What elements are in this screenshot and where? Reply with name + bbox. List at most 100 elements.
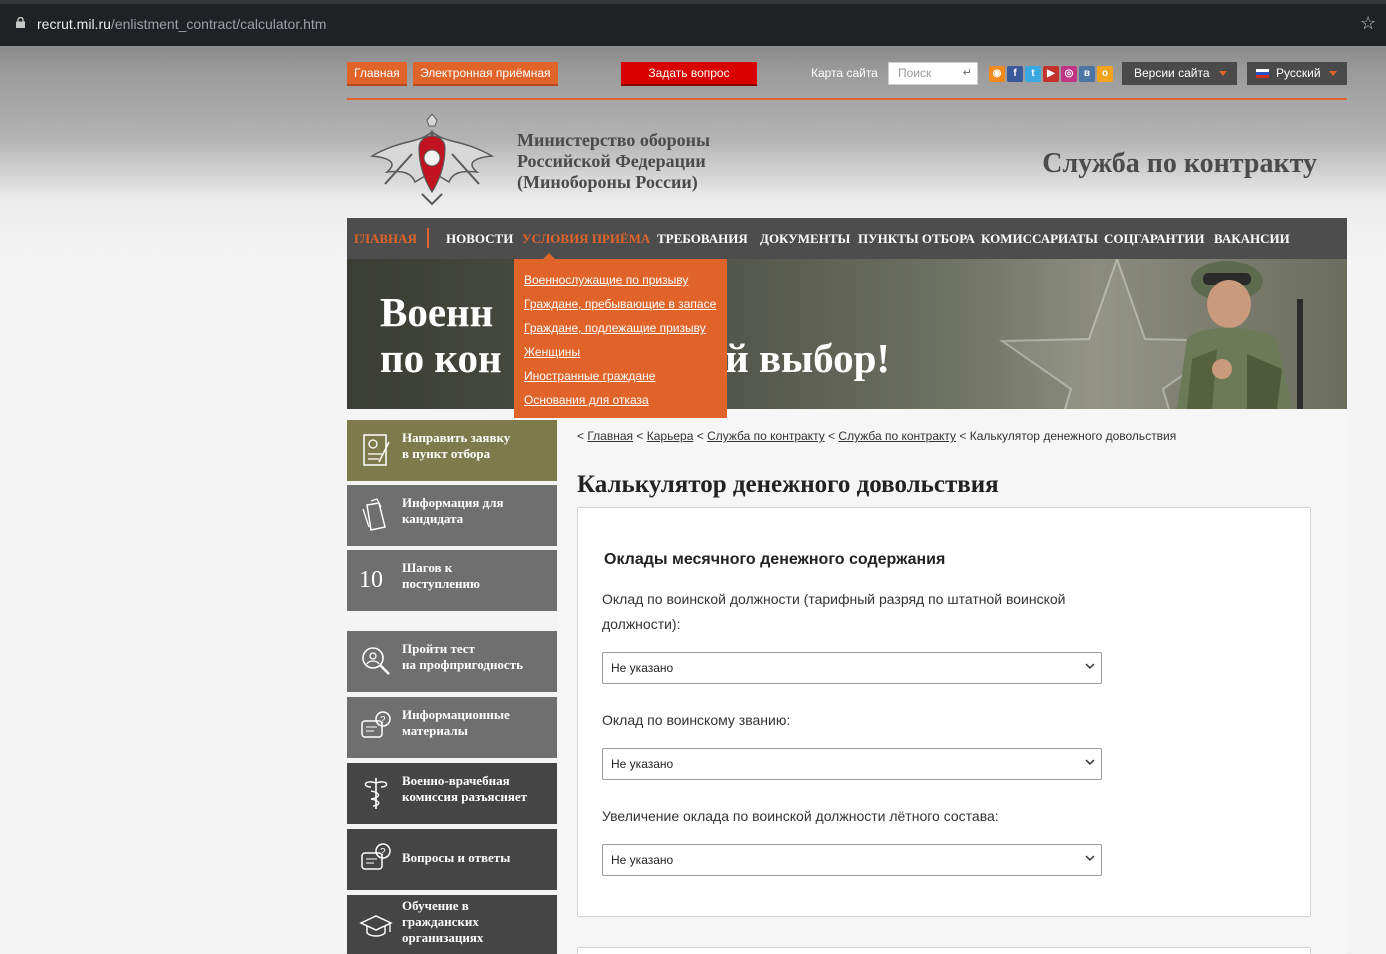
bookmark-star-icon[interactable]: ☆ xyxy=(1360,13,1376,34)
sidebar-item-aptitude-test[interactable]: Пройти тест на профпригодность xyxy=(347,631,557,692)
breadcrumb-separator: < xyxy=(577,429,585,443)
url-domain: recrut.mil.ru xyxy=(37,16,111,32)
site-versions-dropdown[interactable]: Версии сайта xyxy=(1122,62,1237,85)
youtube-icon[interactable]: ▶ xyxy=(1043,66,1059,82)
card-title: Оклады месячного денежного содержания xyxy=(604,551,946,568)
instagram-icon[interactable]: ◎ xyxy=(1061,66,1077,82)
nav-item-admission-conditions[interactable]: УСЛОВИЯ ПРИЁМА xyxy=(522,231,650,247)
flight-staff-increase-select[interactable]: Не указано xyxy=(602,844,1102,876)
chat-question-icon: ? xyxy=(361,711,391,738)
breadcrumb-contract-link[interactable]: Служба по контракту xyxy=(838,429,956,443)
sidebar-item-info-materials[interactable]: ? Информационные материалы xyxy=(347,697,557,758)
browser-toolbar: recrut.mil.ru/enlistment_contract/calcul… xyxy=(0,0,1386,46)
nav-item-social-guarantees[interactable]: СОЦГАРАНТИИ xyxy=(1104,231,1205,247)
search-placeholder: Поиск xyxy=(898,66,932,80)
application-form-icon xyxy=(363,434,390,466)
position-salary-select[interactable]: Не указано xyxy=(602,652,1102,684)
sidebar-item-faq[interactable]: ? Вопросы и ответы xyxy=(347,829,557,890)
breadcrumb-home-link[interactable]: Главная xyxy=(587,429,633,443)
nav-item-vacancies[interactable]: ВАКАНСИИ xyxy=(1214,231,1290,247)
sidebar-item-label: Шагов к xyxy=(402,560,453,575)
position-salary-label: Оклад по воинской должности (тарифный ра… xyxy=(602,591,1066,632)
main-nav: ГЛАВНАЯ НОВОСТИ УСЛОВИЯ ПРИЁМА ТРЕБОВАНИ… xyxy=(347,218,1347,259)
facebook-icon[interactable]: f xyxy=(1007,66,1023,82)
nav-item-news[interactable]: НОВОСТИ xyxy=(446,231,513,247)
promo-banner[interactable]: Военн по кон ой выбор! xyxy=(347,259,1347,409)
search-input[interactable]: Поиск ↵ xyxy=(888,62,978,85)
dropdown-item-refusal-grounds[interactable]: Основания для отказа xyxy=(524,391,727,415)
select-value: Не указано xyxy=(611,757,674,771)
odnoklassniki-icon[interactable]: о xyxy=(1097,66,1113,82)
calculator-card: Оклады месячного денежного содержания Ок… xyxy=(577,507,1311,917)
dog-tags-icon xyxy=(362,498,386,531)
sidebar-item-label: Информация для xyxy=(402,495,504,510)
sidebar-item-submit-application[interactable]: Направить заявку в пункт отбора xyxy=(347,420,557,481)
ask-question-button[interactable]: Задать вопрос xyxy=(621,62,757,86)
breadcrumb-contract-link[interactable]: Служба по контракту xyxy=(707,429,825,443)
rss-icon[interactable]: ◉ xyxy=(989,66,1005,82)
magnifier-person-icon xyxy=(362,647,390,675)
dropdown-item-foreign-citizens[interactable]: Иностранные граждане xyxy=(524,367,727,391)
vk-icon[interactable]: в xyxy=(1079,66,1095,82)
sidebar-item-label: кандидата xyxy=(402,511,464,526)
sidebar-item-label: материалы xyxy=(402,723,468,738)
svg-text:?: ? xyxy=(380,715,386,726)
select-value: Не указано xyxy=(611,661,674,675)
utility-bar: Главная Электронная приёмная Задать вопр… xyxy=(347,62,1347,88)
sidebar-item-label: Информационные xyxy=(402,707,510,722)
e-reception-button[interactable]: Электронная приёмная xyxy=(413,62,558,86)
site-header: Министерство обороны Российской Федераци… xyxy=(347,100,1347,218)
sidebar-item-civil-education[interactable]: Обучение в гражданских организациях xyxy=(347,895,557,954)
dropdown-item-draft-citizens[interactable]: Граждане, подлежащие призыву xyxy=(524,319,727,343)
dropdown-item-women[interactable]: Женщины xyxy=(524,343,727,367)
dropdown-notch xyxy=(542,253,556,260)
breadcrumb-separator: < xyxy=(959,429,967,443)
sidebar-item-steps[interactable]: 10 Шагов к поступлению xyxy=(347,550,557,611)
sidebar-item-label: на профпригодность xyxy=(402,657,523,672)
sidebar-item-label: гражданских xyxy=(402,914,479,929)
double-headed-eagle-emblem[interactable] xyxy=(367,114,497,206)
ministry-name: Министерство обороны Российской Федераци… xyxy=(517,130,710,193)
url-path: /enlistment_contract/calculator.htm xyxy=(110,16,327,32)
dropdown-item-reserve-citizens[interactable]: Граждане, пребывающие в запасе xyxy=(524,295,727,319)
language-dropdown[interactable]: Русский xyxy=(1247,62,1347,85)
sitemap-link[interactable]: Карта сайта xyxy=(811,66,878,80)
nav-item-selection-points[interactable]: ПУНКТЫ ОТБОРА xyxy=(858,231,975,247)
chevron-down-icon xyxy=(1329,71,1337,76)
rank-salary-select[interactable]: Не указано xyxy=(602,748,1102,780)
breadcrumb-current: Калькулятор денежного довольствия xyxy=(969,429,1177,443)
chevron-down-icon xyxy=(1085,663,1095,670)
banner-line-2: по кон xyxy=(380,335,502,381)
breadcrumb-separator: < xyxy=(636,429,644,443)
sidebar-item-candidate-info[interactable]: Информация для кандидата xyxy=(347,485,557,546)
home-button[interactable]: Главная xyxy=(347,62,407,86)
sidebar-item-label: организациях xyxy=(402,930,484,945)
lock-icon[interactable] xyxy=(16,17,25,28)
chevron-down-icon xyxy=(1085,759,1095,766)
banner-line-2-tail: ой выбор! xyxy=(704,335,891,381)
breadcrumb-separator: < xyxy=(696,429,704,443)
sidebar-item-label: Военно-врачебная xyxy=(402,773,510,788)
nav-item-commissariats[interactable]: КОМИССАРИАТЫ xyxy=(981,231,1098,247)
soldier-photo xyxy=(1177,261,1303,409)
nav-separator xyxy=(427,228,429,248)
dropdown-item-conscripts[interactable]: Военнослужащие по призыву xyxy=(524,271,727,295)
social-links: ◉ f t ▶ ◎ в о xyxy=(989,66,1113,82)
chevron-down-icon xyxy=(1085,855,1095,862)
sidebar-item-medical-commission[interactable]: Военно-врачебная комиссия разъясняет xyxy=(347,763,557,824)
page-title: Калькулятор денежного довольствия xyxy=(577,471,999,498)
nav-item-home[interactable]: ГЛАВНАЯ xyxy=(354,231,417,247)
chevron-down-icon xyxy=(1219,71,1227,76)
rank-salary-label: Оклад по воинскому званию: xyxy=(602,712,791,728)
breadcrumb-career-link[interactable]: Карьера xyxy=(647,429,694,443)
nav-item-requirements[interactable]: ТРЕБОВАНИЯ xyxy=(657,231,748,247)
next-card xyxy=(577,947,1311,954)
address-bar[interactable]: recrut.mil.ru/enlistment_contract/calcul… xyxy=(37,16,326,32)
nav-item-documents[interactable]: ДОКУМЕНТЫ xyxy=(760,231,850,247)
sidebar-item-label: поступлению xyxy=(402,576,480,591)
ministry-line-3: (Минобороны России) xyxy=(517,172,698,192)
enter-icon[interactable]: ↵ xyxy=(963,63,972,84)
sidebar-item-label: Направить заявку xyxy=(402,430,511,445)
twitter-icon[interactable]: t xyxy=(1025,66,1041,82)
flight-staff-increase-label: Увеличение оклада по воинской должности … xyxy=(602,808,999,824)
